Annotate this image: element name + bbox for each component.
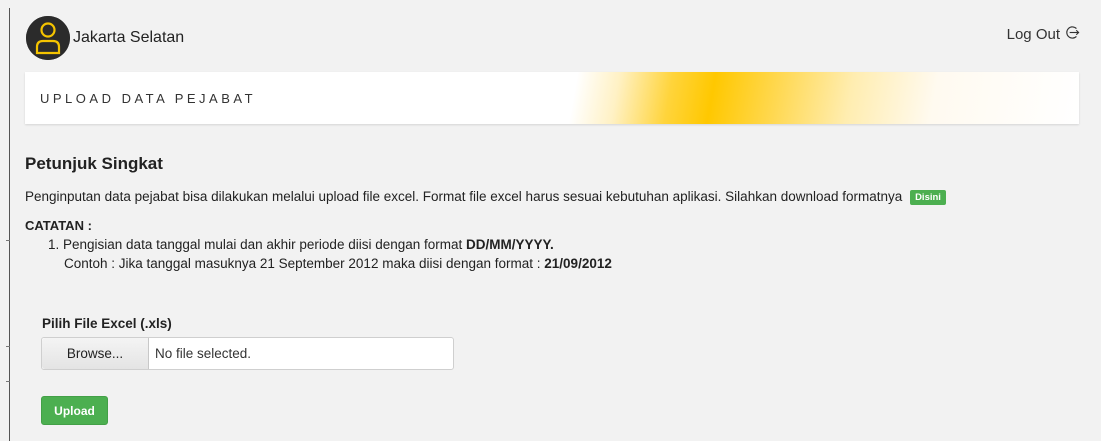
note-format: DD/MM/YYYY. — [466, 237, 554, 252]
left-border — [9, 8, 10, 441]
page: Jakarta Selatan Log Out UPLOAD DATA PEJA… — [0, 0, 1101, 441]
note-item: 1. Pengisian data tanggal mulai dan akhi… — [48, 237, 554, 252]
browse-button[interactable]: Browse... — [42, 338, 149, 369]
description-text: Penginputan data pejabat bisa dilakukan … — [25, 189, 903, 204]
left-border-tick — [6, 381, 10, 382]
download-format-link[interactable]: Disini — [910, 190, 946, 205]
note-item-text: 1. Pengisian data tanggal mulai dan akhi… — [48, 237, 467, 252]
example-text: Contoh : Jika tanggal masuknya 21 Septem… — [64, 256, 545, 271]
example-value: 21/09/2012 — [544, 256, 612, 271]
logout-label: Log Out — [1006, 26, 1060, 43]
left-border-tick — [6, 240, 10, 241]
left-border-tick — [6, 346, 10, 347]
upload-button[interactable]: Upload — [41, 396, 108, 425]
instructions-text: Penginputan data pejabat bisa dilakukan … — [25, 189, 946, 205]
logout-button[interactable]: Log Out — [1007, 25, 1080, 44]
note-example: Contoh : Jika tanggal masuknya 21 Septem… — [64, 256, 612, 271]
section-heading: Petunjuk Singkat — [25, 154, 163, 173]
logout-icon — [1065, 25, 1080, 44]
user-name: Jakarta Selatan — [73, 29, 185, 46]
file-input-label: Pilih File Excel (.xls) — [42, 316, 172, 331]
note-heading: CATATAN : — [25, 218, 92, 233]
top-header: Jakarta Selatan Log Out — [22, 14, 1082, 64]
file-input[interactable]: Browse... No file selected. — [41, 337, 454, 370]
file-status-text: No file selected. — [155, 346, 252, 361]
page-title-banner: UPLOAD DATA PEJABAT — [25, 72, 1079, 124]
page-title: UPLOAD DATA PEJABAT — [40, 91, 257, 106]
user-avatar-icon[interactable] — [26, 16, 70, 60]
